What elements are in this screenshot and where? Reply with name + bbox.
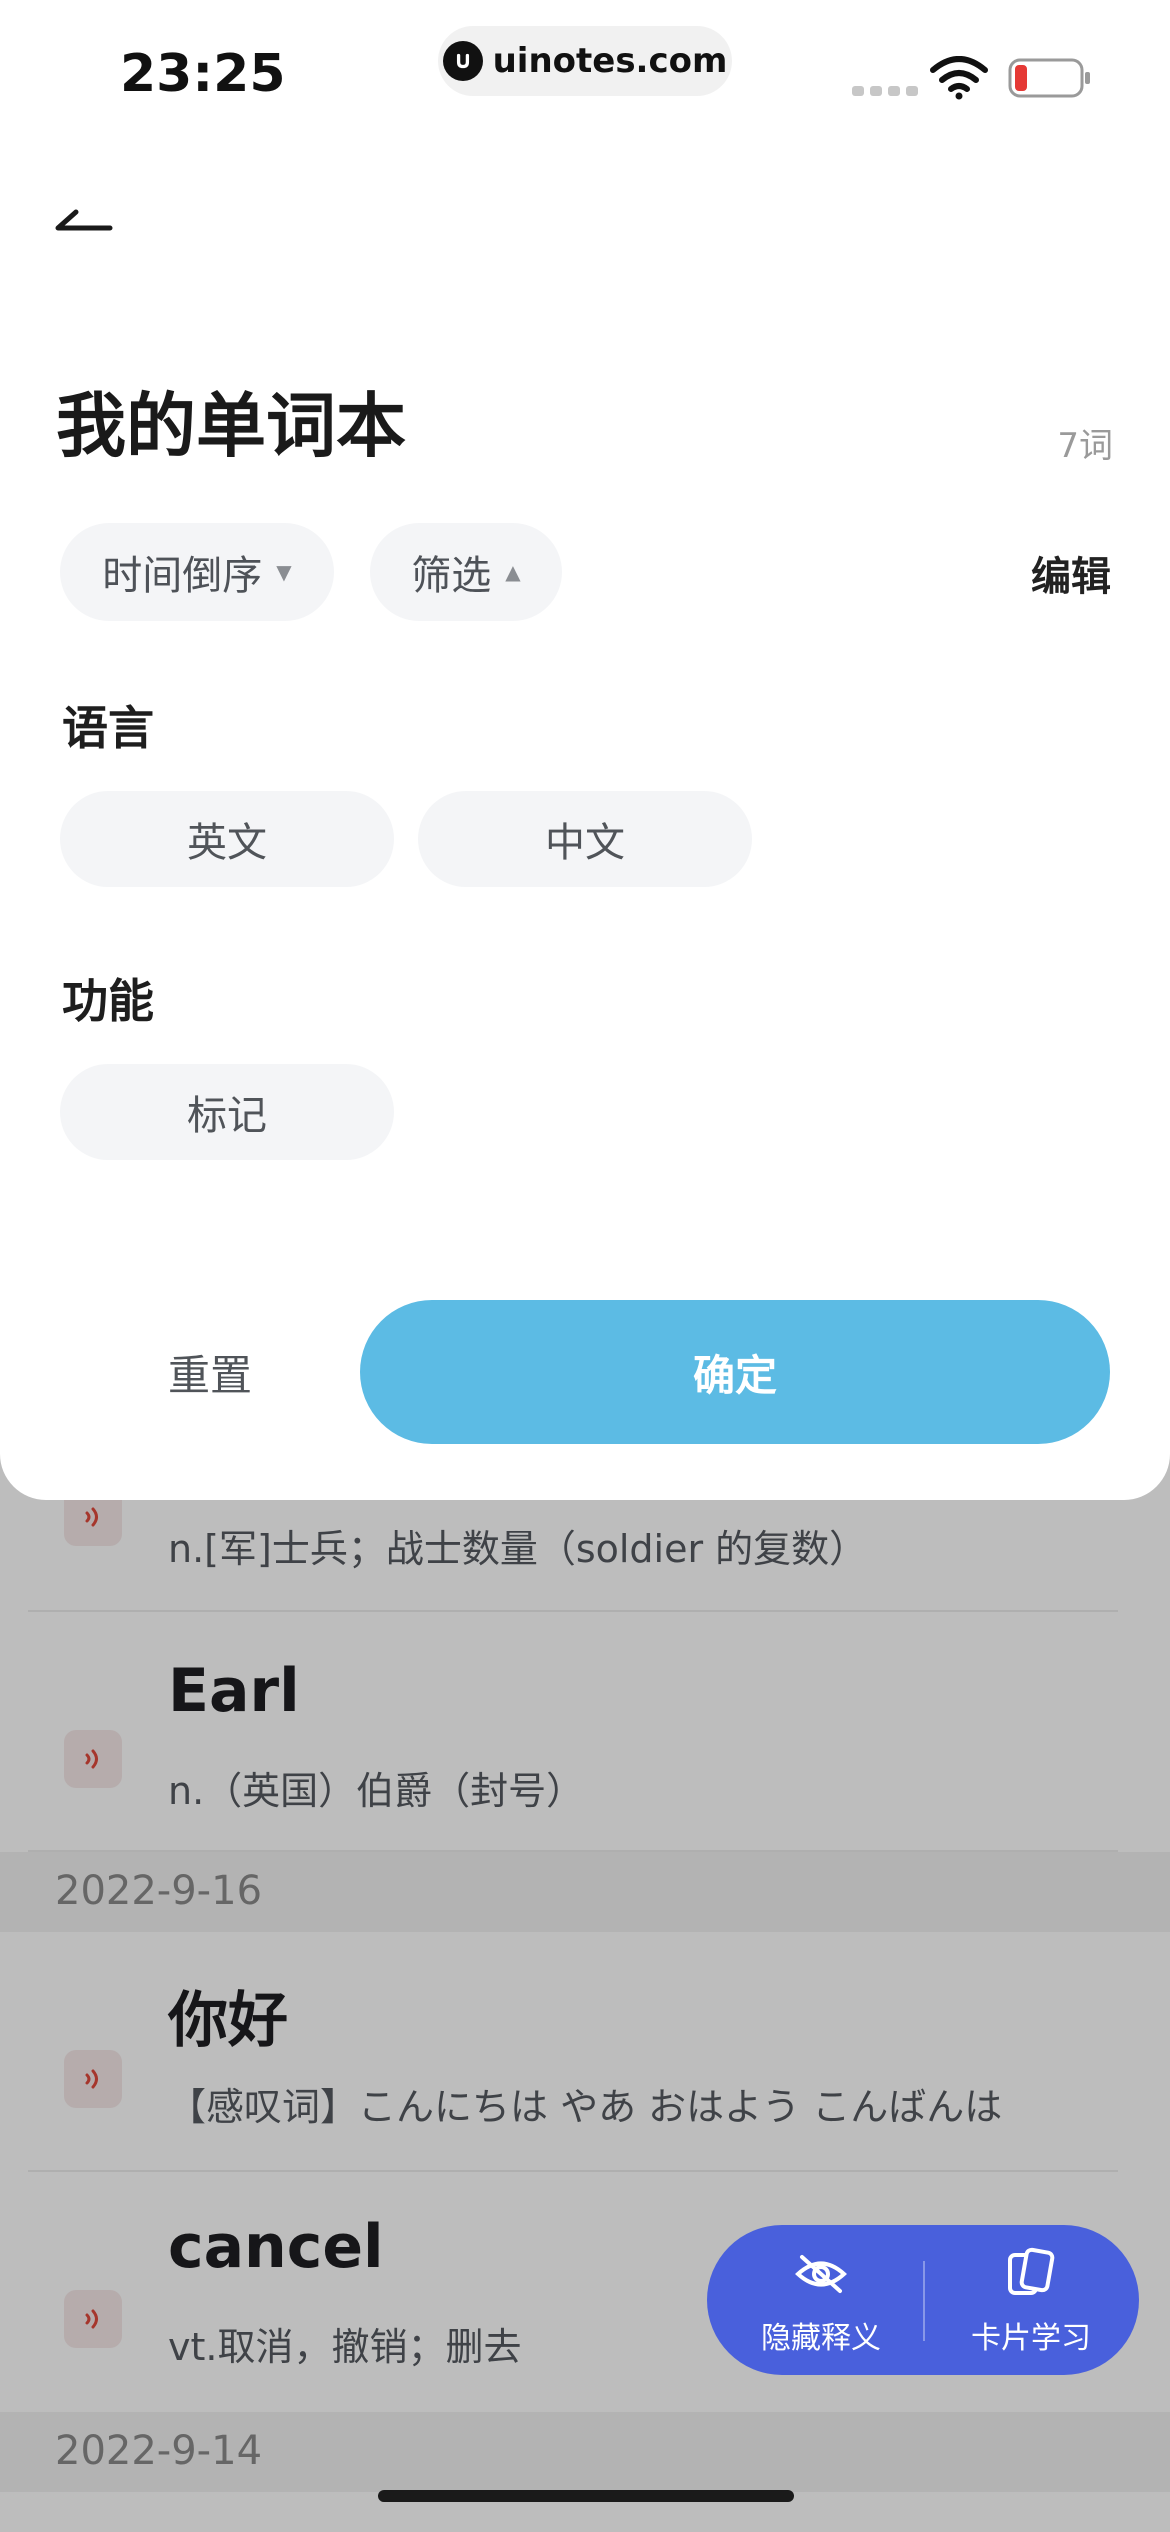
caret-down-icon: ▼ xyxy=(276,560,292,584)
fab-divider xyxy=(923,2261,925,2341)
home-indicator xyxy=(378,2490,794,2502)
back-arrow-icon[interactable] xyxy=(52,200,122,250)
floating-action-bar: 隐藏释义 卡片学习 xyxy=(707,2225,1139,2375)
eye-off-icon xyxy=(795,2255,847,2293)
signal-icon xyxy=(852,86,918,96)
reset-button[interactable]: 重置 xyxy=(110,1320,310,1424)
wifi-icon xyxy=(930,56,988,100)
filter-sheet: 23:25 uinotes.com 我的单词本 7词 时间倒序 ▼ 筛选 ▲ 编… xyxy=(0,0,1170,1500)
status-time: 23:25 xyxy=(120,44,286,104)
cards-icon xyxy=(1008,2247,1055,2295)
language-section-title: 语言 xyxy=(62,701,154,755)
filter-dropdown[interactable]: 筛选 ▲ xyxy=(370,523,562,621)
function-section-title: 功能 xyxy=(62,974,154,1028)
hide-definition-button[interactable]: 隐藏释义 xyxy=(721,2225,921,2375)
function-option-marked[interactable]: 标记 xyxy=(60,1064,394,1160)
filter-label: 筛选 xyxy=(411,553,492,599)
card-study-button[interactable]: 卡片学习 xyxy=(931,2225,1131,2375)
caret-up-icon: ▲ xyxy=(505,560,521,584)
sort-label: 时间倒序 xyxy=(102,553,263,599)
site-logo-icon xyxy=(442,41,483,81)
word-count: 7词 xyxy=(1057,426,1113,466)
url-text: uinotes.com xyxy=(492,41,728,81)
sort-dropdown[interactable]: 时间倒序 ▼ xyxy=(60,523,334,621)
screen: n.[军]士兵；战士数量（soldier 的复数） Earl n.（英国）伯爵（… xyxy=(0,0,1170,2532)
page-title: 我的单词本 xyxy=(56,385,406,467)
hide-definition-label: 隐藏释义 xyxy=(761,2321,881,2356)
url-pill[interactable]: uinotes.com xyxy=(438,26,732,96)
battery-icon xyxy=(1008,58,1090,98)
language-option-english[interactable]: 英文 xyxy=(60,791,394,887)
confirm-button[interactable]: 确定 xyxy=(360,1300,1110,1444)
edit-button[interactable]: 编辑 xyxy=(1031,544,1111,602)
card-study-label: 卡片学习 xyxy=(971,2321,1091,2356)
language-option-chinese[interactable]: 中文 xyxy=(418,791,752,887)
